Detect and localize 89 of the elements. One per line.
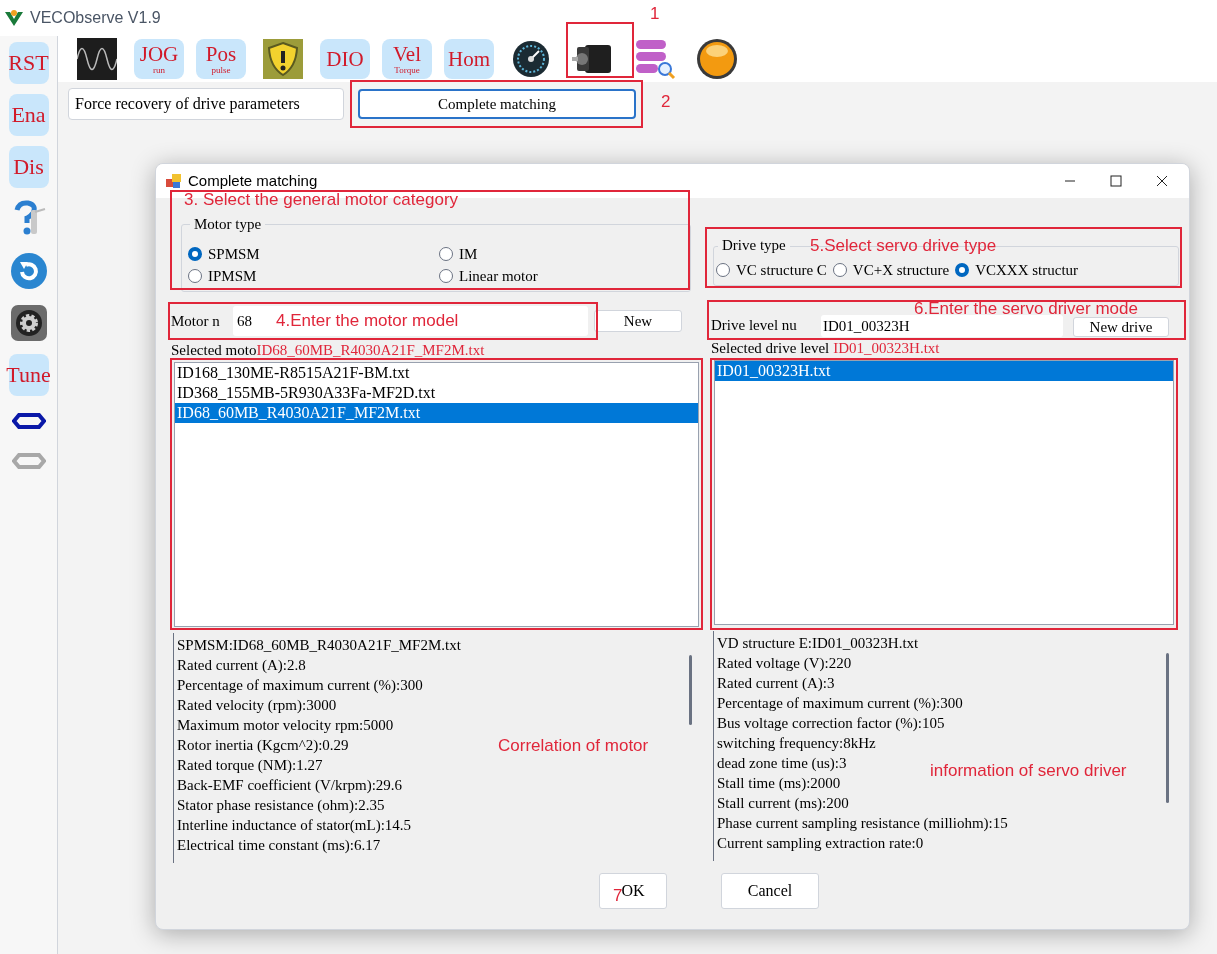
- annotation-label: information of servo driver: [930, 761, 1127, 780]
- radio-button[interactable]: [832, 263, 847, 277]
- toolbar-button[interactable]: JOG run: [134, 39, 184, 79]
- warning-shield-icon: [263, 39, 303, 79]
- radio-option[interactable]: VC+X structure: [832, 259, 950, 281]
- sidebar-button[interactable]: RST: [8, 42, 49, 84]
- drive-model-field[interactable]: ID01_00323H: [821, 315, 1063, 337]
- annotation-box: [566, 22, 634, 78]
- info-line: Current sampling extraction rate:0: [717, 834, 924, 853]
- info-line: Stall current (ms):200: [717, 794, 849, 813]
- info-line: Percentage of maximum current (%):300: [177, 676, 423, 695]
- field-label: Drive level nu: [711, 315, 798, 335]
- maximize-icon: [1110, 175, 1122, 187]
- list-item[interactable]: ID01_00323H.txt: [715, 361, 1173, 381]
- scrollbar-thumb[interactable]: [689, 655, 692, 725]
- sidebar-button[interactable]: Tune: [8, 354, 49, 396]
- radio-option[interactable]: VCXXX structur: [955, 259, 1079, 281]
- annotation-label: 1: [650, 4, 660, 23]
- info-line: Rated velocity (rpm):3000: [177, 696, 337, 715]
- selected-motor-label: Selected moto: [171, 341, 257, 360]
- radio-option[interactable]: IM: [439, 243, 478, 265]
- annotation-label: 5.Select servo drive type: [810, 236, 997, 255]
- field-label: Motor n: [171, 311, 221, 331]
- info-line: Rated torque (NM):1.27: [177, 756, 323, 775]
- info-line: Back-EMF coefficient (V/krpm):29.6: [177, 776, 403, 795]
- complete-matching-button[interactable]: Complete matching: [358, 89, 636, 119]
- info-line: Rotor inertia (Kgcm^2):0.29: [177, 736, 349, 755]
- window-icon: [166, 173, 182, 189]
- link-icon: [11, 451, 46, 471]
- app-title: VECObserve V1.9: [30, 8, 161, 28]
- list-item[interactable]: ID68_60MB_R4030A21F_MF2M.txt: [175, 403, 698, 423]
- new-button[interactable]: New: [594, 310, 682, 332]
- gear-icon: [9, 304, 48, 342]
- dialog-title: Complete matching: [188, 170, 318, 191]
- info-line: Stator phase resistance (ohm):2.35: [177, 796, 385, 815]
- sidebar-button[interactable]: [8, 302, 49, 344]
- new-drive-button[interactable]: New drive: [1073, 317, 1169, 337]
- info-line: Percentage of maximum current (%):300: [717, 694, 963, 713]
- annotation-label: 2: [661, 92, 671, 111]
- info-line: Stall time (ms):2000: [717, 774, 841, 793]
- radio-button[interactable]: [955, 263, 970, 277]
- info-line: Phase current sampling resistance (milliohm):15: [717, 814, 1008, 833]
- info-line: Rated current (A):2.8: [177, 656, 306, 675]
- database-search-icon: [634, 38, 676, 80]
- list-item[interactable]: ID368_155MB-5R930A33Fa-MF2D.txt: [175, 383, 698, 403]
- annotation-label: 6.Enter the servo driver mode: [914, 299, 1138, 318]
- scrollbar-thumb[interactable]: [1166, 653, 1169, 803]
- cancel-button[interactable]: Cancel: [721, 873, 819, 909]
- radio-button[interactable]: [439, 247, 453, 261]
- selected-drive-value: ID01_00323H.txt: [833, 339, 940, 358]
- radio-button[interactable]: [716, 263, 730, 277]
- radio-button[interactable]: [188, 269, 202, 283]
- app-logo-icon: [4, 9, 24, 27]
- radio-option[interactable]: IPMSM: [188, 265, 257, 287]
- annotation-label: 4.Enter the motor model: [276, 311, 459, 330]
- info-line: dead zone time (us):3: [717, 754, 847, 773]
- selected-drive-label: Selected drive level: [711, 339, 830, 358]
- toolbar-button[interactable]: DIO: [320, 39, 370, 79]
- info-line: SPMSM:ID68_60MB_R4030A21F_MF2M.txt: [177, 636, 461, 655]
- radio-button[interactable]: [439, 269, 453, 283]
- list-item[interactable]: ID168_130ME-R8515A21F-BM.txt: [175, 363, 698, 383]
- sidebar-button[interactable]: Dis: [8, 146, 49, 188]
- selected-motor-value: ID68_60MB_R4030A21F_MF2M.txt: [256, 341, 485, 360]
- recovery-label: Force recovery of drive parameters: [68, 88, 344, 120]
- info-line: switching frequency:8kHz: [717, 734, 876, 753]
- toolbar-button[interactable]: Vel Torque: [382, 39, 432, 79]
- close-icon: [1156, 175, 1168, 187]
- info-line: Maximum motor velocity rpm:5000: [177, 716, 394, 735]
- info-line: Bus voltage correction factor (%):105: [717, 714, 945, 733]
- toolbar-button[interactable]: Pos pulse: [196, 39, 246, 79]
- radio-option[interactable]: Linear motor: [439, 265, 538, 287]
- info-line: Rated current (A):3: [717, 674, 835, 693]
- info-line: Rated voltage (V):220: [717, 654, 852, 673]
- info-line: VD structure E:ID01_00323H.txt: [717, 634, 919, 653]
- link-icon: [11, 411, 46, 431]
- radio-button[interactable]: [188, 247, 202, 261]
- toolbar-button[interactable]: Hom: [444, 39, 494, 79]
- radio-option[interactable]: VC structure C: [716, 259, 827, 281]
- info-line: Interline inductance of stator(mL):14.5: [177, 816, 412, 835]
- info-line: Electrical time constant (ms):6.17: [177, 836, 381, 855]
- refresh-icon: [9, 252, 48, 290]
- gauge-icon: [512, 40, 550, 78]
- annotation-label: 7: [613, 886, 623, 905]
- annotation-label: 3. Select the general motor category: [184, 190, 459, 209]
- orb-icon: [696, 38, 738, 80]
- sidebar-button[interactable]: Ena: [8, 94, 49, 136]
- waveform-icon: [77, 38, 117, 80]
- annotation-label: Correlation of motor: [498, 736, 649, 755]
- radio-option[interactable]: SPMSM: [188, 243, 260, 265]
